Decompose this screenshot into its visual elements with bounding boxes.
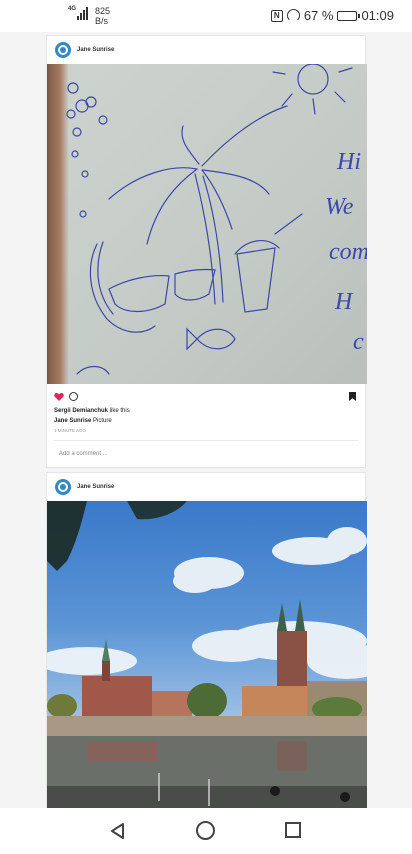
nfc-icon: N bbox=[270, 9, 283, 22]
recent-apps-icon[interactable] bbox=[285, 822, 301, 838]
data-saver-icon bbox=[286, 9, 300, 22]
system-nav-bar bbox=[0, 808, 412, 854]
avatar[interactable] bbox=[55, 479, 71, 495]
sketch-text: com bbox=[329, 239, 367, 265]
signal-icon bbox=[77, 6, 89, 20]
post-card: Jane Sunrise bbox=[46, 472, 367, 812]
heart-icon[interactable] bbox=[54, 392, 64, 402]
post-header: Jane Sunrise bbox=[47, 36, 365, 64]
status-left: 4G 825 B/s bbox=[68, 6, 110, 26]
post-header: Jane Sunrise bbox=[47, 473, 365, 501]
post-actions bbox=[47, 384, 365, 406]
caption-text: Picture bbox=[91, 418, 112, 424]
sketch-text: c bbox=[353, 329, 364, 355]
likes-line: Sergii Demianchuk like this bbox=[47, 406, 365, 416]
post-username[interactable]: Jane Sunrise bbox=[77, 484, 114, 490]
sketch-handwriting: Hi We com H c bbox=[325, 149, 367, 355]
battery-icon bbox=[337, 10, 361, 21]
post-photo-sketch[interactable]: Hi We com H c bbox=[47, 64, 367, 384]
city-photo-illustration bbox=[47, 501, 367, 811]
speed-value: 825 bbox=[95, 6, 111, 16]
likes-suffix: like this bbox=[108, 408, 130, 414]
add-comment-input[interactable]: Add a comment ... bbox=[47, 441, 365, 467]
sketch-text: H bbox=[334, 289, 354, 315]
bookmark-icon[interactable] bbox=[349, 392, 356, 401]
speed-unit: B/s bbox=[95, 16, 109, 26]
sketch-text: Hi bbox=[336, 149, 361, 175]
comment-icon[interactable] bbox=[69, 392, 78, 401]
post-photo-city[interactable] bbox=[47, 501, 367, 811]
battery-percent: 67 % bbox=[303, 8, 334, 23]
home-icon[interactable] bbox=[196, 821, 215, 840]
sketch-text: We bbox=[325, 194, 354, 220]
status-right: N 67 % 01:09 bbox=[270, 8, 394, 23]
avatar[interactable] bbox=[55, 42, 71, 58]
liker-name[interactable]: Sergii Demianchuk bbox=[54, 408, 108, 414]
post-username[interactable]: Jane Sunrise bbox=[77, 47, 114, 53]
network-type: 4G bbox=[68, 6, 77, 12]
status-bar: 4G 825 B/s N 67 % 01:09 bbox=[0, 0, 412, 32]
caption: Jane Sunrise Picture bbox=[47, 416, 365, 426]
network-speed: 825 B/s bbox=[95, 6, 110, 26]
post-timestamp: 1 MINUTE AGO bbox=[54, 428, 87, 433]
back-icon[interactable] bbox=[109, 822, 127, 840]
post-card: Jane Sunrise bbox=[46, 35, 367, 468]
clock: 01:09 bbox=[361, 8, 394, 23]
caption-username[interactable]: Jane Sunrise bbox=[54, 418, 91, 424]
sketch-drawing: Hi We com H c bbox=[66, 64, 367, 375]
